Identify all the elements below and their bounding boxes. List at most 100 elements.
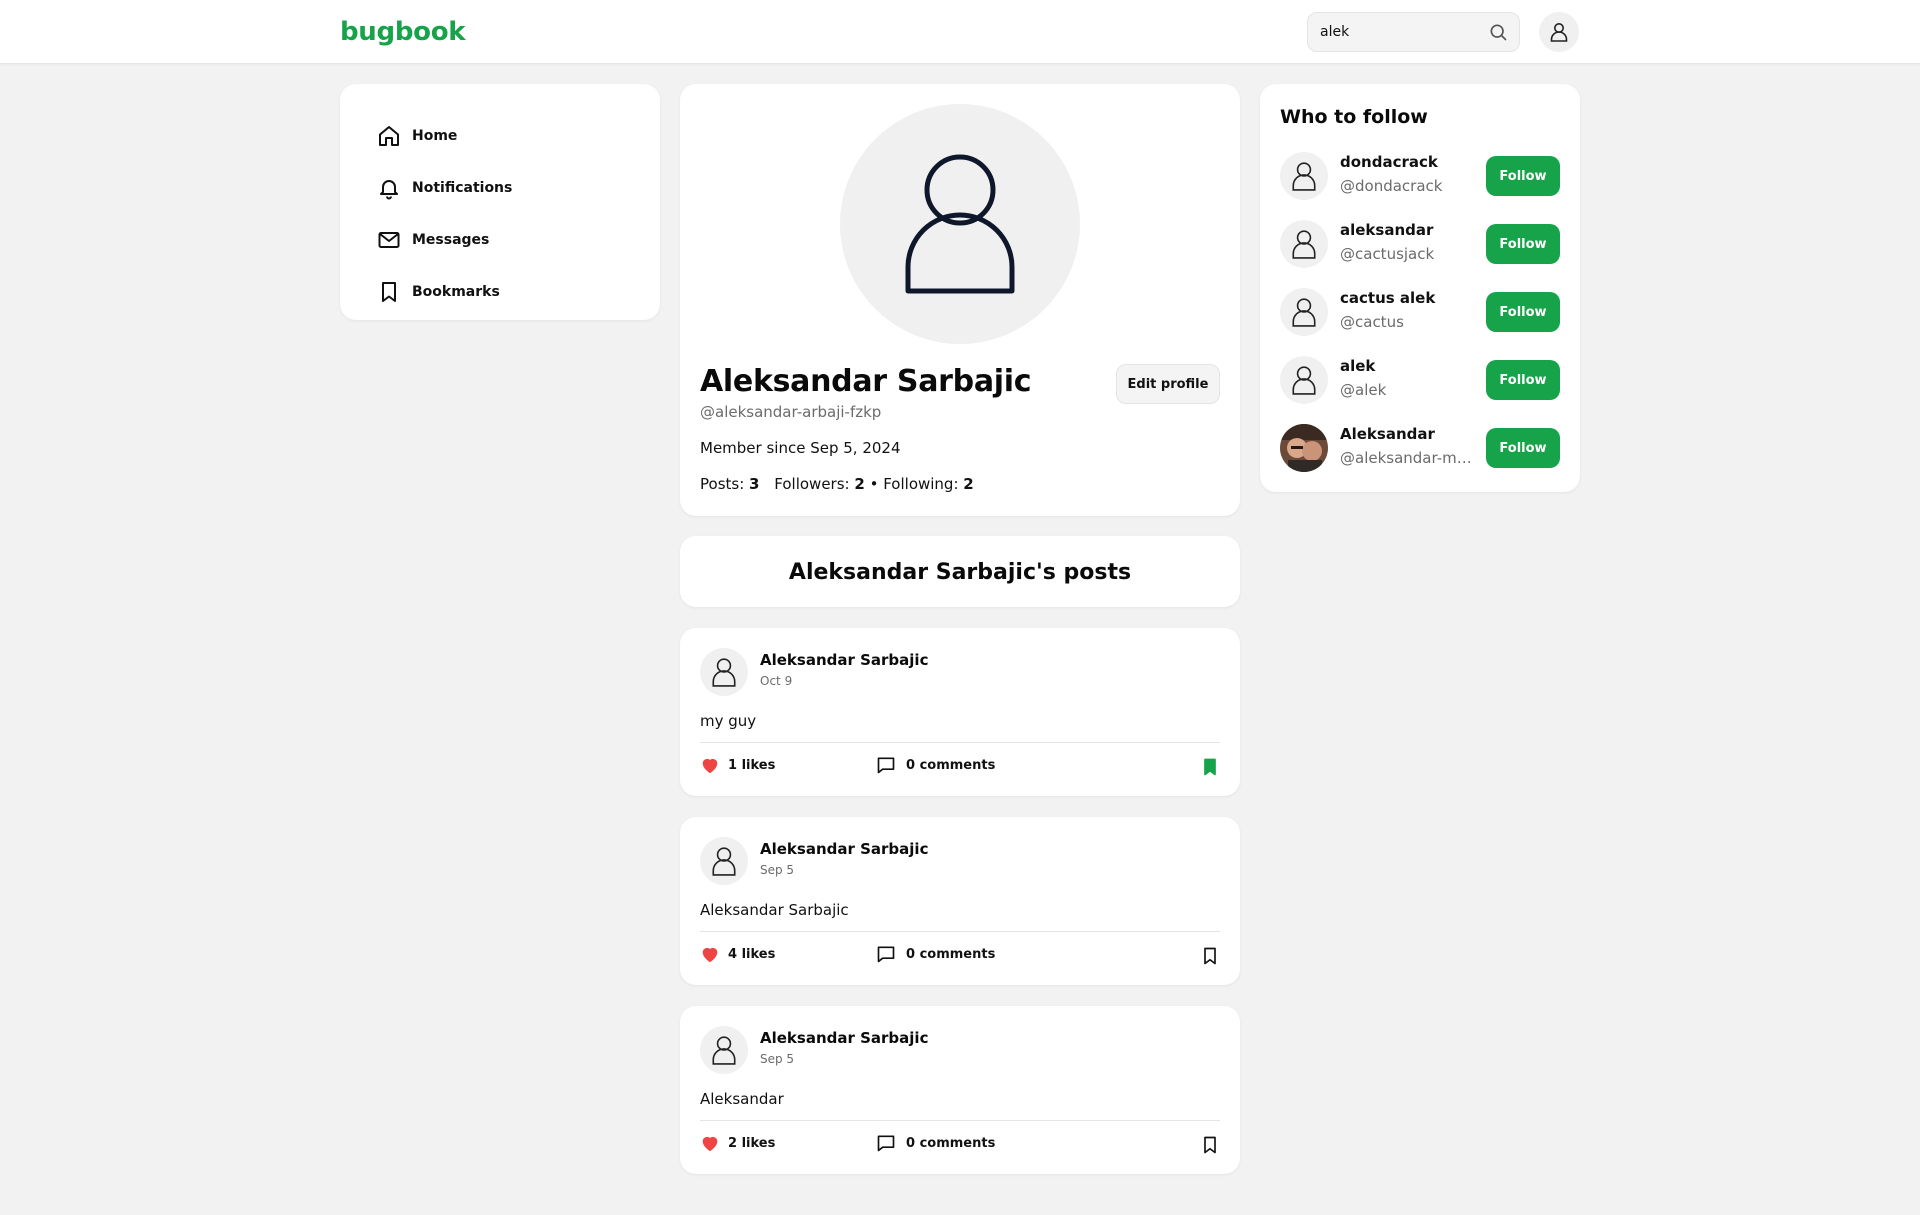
comments-button[interactable]: 0 comments	[876, 1133, 995, 1153]
user-avatar[interactable]	[1280, 356, 1328, 404]
search-icon[interactable]	[1488, 22, 1508, 46]
photo-avatar-icon	[1280, 424, 1328, 472]
post-avatar[interactable]	[700, 1026, 748, 1074]
comments-count: 0 comments	[906, 946, 996, 962]
posts-count: 3	[749, 475, 760, 493]
bookmark-button[interactable]	[1200, 946, 1220, 970]
follow-user-handle: @dondacrack	[1340, 177, 1443, 195]
followers-count: 2	[854, 475, 865, 493]
comments-count: 0 comments	[906, 757, 996, 773]
follow-user-name[interactable]: dondacrack	[1340, 153, 1438, 171]
followers-label: Followers:	[774, 475, 850, 493]
post-date[interactable]: Sep 5	[760, 1052, 794, 1066]
post-author[interactable]: Aleksandar Sarbajic	[760, 651, 928, 669]
profile-avatar	[840, 104, 1080, 344]
likes-count: 1 likes	[728, 757, 776, 773]
following-label: • Following:	[869, 475, 959, 493]
bookmark-icon	[1204, 758, 1216, 776]
post-card: Aleksandar Sarbajic Sep 5 Aleksandar 2 l…	[680, 1006, 1240, 1174]
follow-user-handle: @alek	[1340, 381, 1387, 399]
post-card: Aleksandar Sarbajic Oct 9 my guy 1 likes…	[680, 628, 1240, 796]
sidebar-item-label: Messages	[412, 232, 490, 248]
bookmark-icon	[376, 279, 402, 305]
follow-button[interactable]: Follow	[1486, 428, 1560, 468]
follow-user-name[interactable]: Aleksandar	[1340, 425, 1435, 443]
search-input[interactable]	[1320, 13, 1480, 51]
following-count: 2	[963, 475, 974, 493]
user-avatar[interactable]	[1280, 288, 1328, 336]
user-icon	[1292, 162, 1316, 191]
profile-handle: @aleksandar-arbaji-fzkp	[700, 403, 882, 421]
post-author[interactable]: Aleksandar Sarbajic	[760, 1029, 928, 1047]
post-divider	[700, 1120, 1220, 1121]
sidebar-item-label: Bookmarks	[412, 284, 500, 300]
post-date[interactable]: Oct 9	[760, 674, 792, 688]
logo[interactable]: bugbook	[340, 17, 466, 47]
user-avatar[interactable]	[1280, 220, 1328, 268]
who-to-follow-card: Who to follow dondacrack @dondacrack Fol…	[1260, 84, 1580, 492]
sidebar-item-messages[interactable]: Messages	[340, 214, 660, 266]
like-button[interactable]: 2 likes	[700, 1133, 775, 1153]
user-icon	[712, 1036, 736, 1065]
follow-user-name[interactable]: cactus alek	[1340, 289, 1435, 307]
bookmark-icon	[1204, 947, 1216, 965]
user-menu-avatar[interactable]	[1539, 12, 1579, 52]
follow-button[interactable]: Follow	[1486, 360, 1560, 400]
post-divider	[700, 931, 1220, 932]
follow-user-handle: @cactusjack	[1340, 245, 1435, 263]
post-author[interactable]: Aleksandar Sarbajic	[760, 840, 928, 858]
bell-icon	[376, 175, 402, 201]
heart-icon	[702, 758, 718, 774]
follow-suggestion: dondacrack @dondacrack Follow	[1280, 150, 1560, 202]
comment-icon	[877, 946, 895, 963]
follow-user-name[interactable]: alek	[1340, 357, 1375, 375]
follow-user-handle: @cactus	[1340, 313, 1404, 331]
user-icon	[712, 658, 736, 687]
user-icon	[1292, 298, 1316, 327]
follow-suggestion: aleksandar @cactusjack Follow	[1280, 218, 1560, 270]
follow-user-name[interactable]: aleksandar	[1340, 221, 1433, 239]
follow-user-handle: @aleksandar-mx...	[1340, 449, 1478, 467]
heart-icon	[702, 1136, 718, 1152]
sidebar-item-home[interactable]: Home	[340, 110, 660, 162]
post-card: Aleksandar Sarbajic Sep 5 Aleksandar Sar…	[680, 817, 1240, 985]
user-icon	[1292, 366, 1316, 395]
top-bar: bugbook	[0, 0, 1920, 64]
sidebar-menu: Home Notifications Messages Bookmarks	[340, 84, 660, 320]
post-divider	[700, 742, 1220, 743]
search-box[interactable]	[1307, 12, 1520, 52]
user-avatar[interactable]	[1280, 152, 1328, 200]
post-avatar[interactable]	[700, 648, 748, 696]
likes-count: 4 likes	[728, 946, 776, 962]
comment-icon	[877, 757, 895, 774]
comments-button[interactable]: 0 comments	[876, 944, 995, 964]
sidebar-item-bookmarks[interactable]: Bookmarks	[340, 266, 660, 318]
post-text: my guy	[700, 712, 757, 730]
sidebar-item-label: Notifications	[412, 180, 513, 196]
follow-suggestion: cactus alek @cactus Follow	[1280, 286, 1560, 338]
like-button[interactable]: 4 likes	[700, 944, 775, 964]
follow-button[interactable]: Follow	[1486, 292, 1560, 332]
post-date[interactable]: Sep 5	[760, 863, 794, 877]
comments-count: 0 comments	[906, 1135, 996, 1151]
edit-profile-button[interactable]: Edit profile	[1116, 364, 1220, 404]
posts-heading: Aleksandar Sarbajic's posts	[788, 560, 1132, 585]
comment-icon	[877, 1135, 895, 1152]
profile-stats: Posts: 3 Followers: 2 • Following: 2	[700, 475, 974, 493]
follow-button[interactable]: Follow	[1486, 156, 1560, 196]
bookmark-icon	[1204, 1136, 1216, 1154]
post-actions: 1 likes 0 comments	[700, 755, 1220, 781]
post-actions: 2 likes 0 comments	[700, 1133, 1220, 1159]
bookmark-button[interactable]	[1200, 757, 1220, 781]
follow-suggestion: Aleksandar @aleksandar-mx... Follow	[1280, 422, 1560, 474]
bookmark-button[interactable]	[1200, 1135, 1220, 1159]
user-photo-avatar[interactable]	[1280, 424, 1328, 472]
post-text: Aleksandar	[700, 1090, 784, 1108]
sidebar-item-label: Home	[412, 128, 458, 144]
sidebar-item-notifications[interactable]: Notifications	[340, 162, 660, 214]
like-button[interactable]: 1 likes	[700, 755, 775, 775]
comments-button[interactable]: 0 comments	[876, 755, 995, 775]
follow-button[interactable]: Follow	[1486, 224, 1560, 264]
post-avatar[interactable]	[700, 837, 748, 885]
user-icon	[1292, 230, 1316, 259]
